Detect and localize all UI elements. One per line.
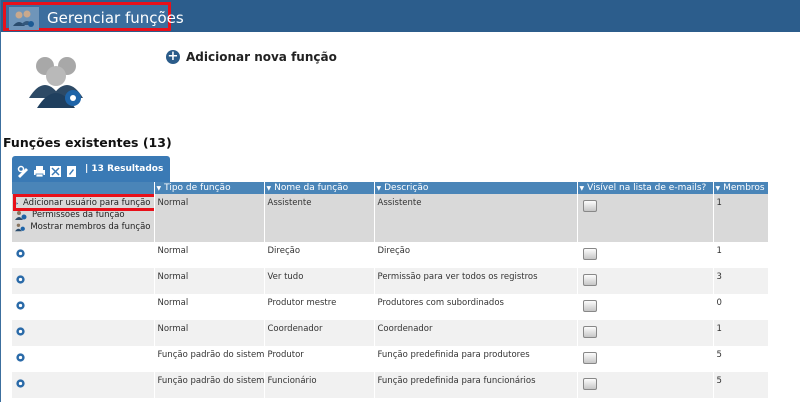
permissions-icon [15,211,27,220]
table-header-row: ▼ Tipo de função ▼ Nome da função ▼ Descriç… [12,182,768,194]
add-function-button[interactable]: + Adicionar nova função [166,50,337,64]
page-title: Gerenciar funções [47,9,184,27]
gear-icon[interactable] [15,248,26,259]
table-row[interactable]: Função padrão do sistema Produtor Função… [12,346,768,372]
cell-actions [12,346,154,372]
cell-nome: Produtor mestre [263,294,374,320]
cell-descricao: Produtores com subordinados [373,294,577,320]
cell-membros: 1 [712,194,768,242]
cell-tipo: Normal [153,242,264,268]
cell-tipo: Normal [153,294,264,320]
visible-checkbox[interactable] [582,274,597,286]
cell-tipo: Normal [153,268,264,294]
cell-membros: 1 [712,320,768,346]
cell-nome: Assistente [263,194,374,242]
gear-icon[interactable] [15,378,26,389]
title-bar: Gerenciar funções [1,0,800,32]
edit-columns-icon[interactable] [17,163,30,178]
cell-membros: 5 [712,346,768,372]
table-row[interactable]: Normal Ver tudo Permissão para ver todos… [12,268,768,294]
table-row[interactable]: Normal Coordenador Coordenador 1 [12,320,768,346]
cell-membros: 3 [712,268,768,294]
cell-actions [12,268,154,294]
cell-visivel [576,268,713,294]
results-count: | 13 Resultados [85,164,164,174]
menu-show-members[interactable]: Mostrar membros da função [15,221,151,233]
section-title: Funções existentes (13) [3,135,172,150]
cell-nome: Funcionário [263,372,374,398]
cell-actions [12,294,154,320]
title-tab[interactable]: Gerenciar funções [3,2,184,31]
table-row[interactable]: Normal Produtor mestre Produtores com su… [12,294,768,320]
header-membros[interactable]: ▼ Membros [712,182,768,194]
visible-checkbox[interactable] [582,352,597,364]
cell-actions [12,372,154,398]
visible-checkbox[interactable] [582,378,597,390]
functions-table: ▼ Tipo de função ▼ Nome da função ▼ Descriç… [12,182,768,398]
cell-membros: 5 [712,372,768,398]
header-descricao[interactable]: ▼ Descrição [373,182,577,194]
cell-tipo: Função padrão do sistema [153,372,264,398]
cell-tipo: Normal [153,194,264,242]
cell-actions [12,242,154,268]
cell-nome: Ver tudo [263,268,374,294]
header-nome[interactable]: ▼ Nome da função [263,182,374,194]
cell-tipo: Função padrão do sistema [153,346,264,372]
cell-descricao: Assistente [373,194,577,242]
cell-descricao: Permissão para ver todos os registros [373,268,577,294]
cell-visivel [576,194,713,242]
cell-tipo: Normal [153,320,264,346]
header-visivel[interactable]: ▼ Visível na lista de e-mails? [576,182,713,194]
cell-visivel [576,372,713,398]
cell-descricao: Direção [373,242,577,268]
cell-descricao: Função predefinida para produtores [373,346,577,372]
table-row[interactable]: Adicionar usuário para função Permissões… [12,194,768,242]
menu-add-user[interactable]: Adicionar usuário para função [13,194,154,211]
gear-icon[interactable] [15,274,26,285]
cell-membros: 0 [712,294,768,320]
table-row[interactable]: Normal Direção Direção 1 [12,242,768,268]
cell-nome: Coordenador [263,320,374,346]
header-tipo[interactable]: ▼ Tipo de função [153,182,264,194]
print-icon[interactable] [33,163,46,177]
export-file-icon[interactable] [65,163,78,177]
users-group-icon [23,50,89,110]
export-excel-icon[interactable] [49,163,62,177]
header-actions [12,182,154,194]
table-row[interactable]: Função padrão do sistema Funcionário Fun… [12,372,768,398]
visible-checkbox[interactable] [582,326,597,338]
visible-checkbox[interactable] [582,300,597,312]
cell-descricao: Função predefinida para funcionários [373,372,577,398]
cell-membros: 1 [712,242,768,268]
row-actions-menu: Adicionar usuário para função Permissões… [12,194,154,242]
gear-icon[interactable] [15,352,26,363]
table-toolbar: | 13 Resultados [12,156,170,182]
visible-checkbox[interactable] [582,200,597,212]
gear-icon[interactable] [15,300,26,311]
visible-checkbox[interactable] [582,248,597,260]
cell-visivel [576,320,713,346]
cell-descricao: Coordenador [373,320,577,346]
cell-nome: Produtor [263,346,374,372]
gear-icon[interactable] [15,326,26,337]
add-function-label: Adicionar nova função [186,50,337,64]
highlight-box [13,194,154,211]
cell-visivel [576,242,713,268]
cell-visivel [576,346,713,372]
cell-nome: Direção [263,242,374,268]
show-members-icon [15,223,25,232]
cell-actions [12,320,154,346]
cell-visivel [576,294,713,320]
plus-circle-icon: + [166,49,180,64]
users-icon [9,7,39,30]
